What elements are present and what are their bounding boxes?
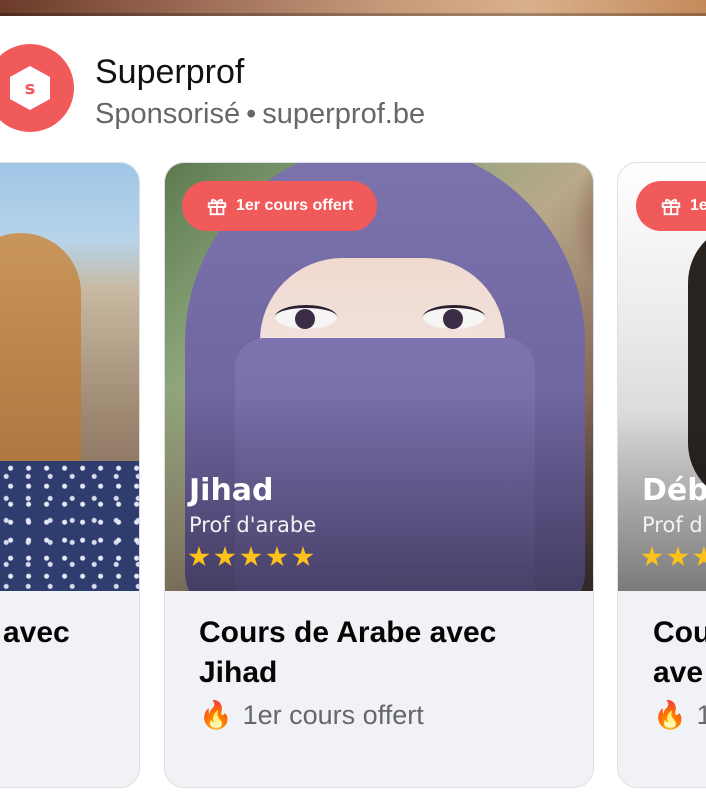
tutor-role: Prof d'arabe bbox=[189, 513, 317, 537]
rating-stars bbox=[188, 546, 314, 568]
star-icon bbox=[292, 546, 314, 567]
card-subtitle-text: 1 bbox=[697, 700, 706, 731]
carousel-card-jihad[interactable]: 1er cours offert Jihad Prof d'arabe Cour… bbox=[164, 162, 594, 788]
gift-icon bbox=[207, 198, 227, 216]
carousel-card-previous[interactable]: avec bbox=[0, 162, 140, 788]
card-caption: avec bbox=[0, 591, 139, 787]
separator-dot: • bbox=[246, 98, 257, 130]
card-subtitle-text: 1er cours offert bbox=[242, 699, 424, 730]
superprof-logo-icon: s bbox=[10, 66, 50, 110]
carousel-card-next[interactable]: 1e Déb Prof d Cou ave 🔥 1 bbox=[617, 162, 706, 788]
tutor-photo bbox=[0, 163, 139, 591]
card-subtitle: 🔥 1 bbox=[653, 699, 706, 731]
page-name[interactable]: Superprof bbox=[95, 52, 244, 92]
star-icon bbox=[667, 546, 689, 567]
star-icon bbox=[641, 546, 663, 567]
tutor-role: Prof d bbox=[642, 513, 703, 537]
tutor-photo: 1e Déb Prof d bbox=[618, 163, 706, 591]
star-icon bbox=[693, 546, 706, 567]
dress-pattern bbox=[0, 461, 139, 591]
flame-icon: 🔥 bbox=[653, 700, 687, 730]
superprof-logo-avatar[interactable]: s bbox=[0, 44, 74, 132]
star-icon bbox=[214, 546, 236, 567]
rating-stars bbox=[641, 546, 706, 568]
gift-icon bbox=[661, 198, 681, 216]
badge-label: 1er cours offert bbox=[236, 197, 354, 214]
card-title: avec bbox=[3, 616, 70, 649]
post-meta: Sponsorisé • superprof.be bbox=[95, 96, 425, 132]
eye-left bbox=[275, 305, 337, 329]
badge-label: 1e bbox=[690, 197, 706, 214]
flame-icon: 🔥 bbox=[199, 700, 233, 730]
logo-letter: s bbox=[24, 77, 36, 99]
eye-right bbox=[423, 305, 485, 329]
tutor-photo: 1er cours offert Jihad Prof d'arabe bbox=[165, 163, 593, 591]
free-lesson-badge: 1er cours offert bbox=[182, 181, 378, 231]
sponsored-label: Sponsorisé bbox=[95, 98, 241, 130]
free-lesson-badge: 1e bbox=[636, 181, 706, 231]
card-subtitle: 🔥 1er cours offert bbox=[199, 699, 424, 731]
previous-post-image bbox=[0, 0, 706, 16]
card-title: Cours de Arabe avec Jihad bbox=[199, 616, 497, 689]
star-icon bbox=[266, 546, 288, 567]
tutor-name: Jihad bbox=[189, 473, 274, 508]
card-title: Cou ave bbox=[653, 616, 706, 689]
domain-link[interactable]: superprof.be bbox=[262, 98, 425, 130]
face-shape bbox=[260, 258, 505, 348]
star-icon bbox=[240, 546, 262, 567]
star-icon bbox=[188, 546, 210, 567]
tutor-name: Déb bbox=[642, 473, 706, 508]
card-caption: Cours de Arabe avec Jihad 🔥 1er cours of… bbox=[165, 591, 593, 787]
card-caption: Cou ave 🔥 1 bbox=[618, 591, 706, 787]
